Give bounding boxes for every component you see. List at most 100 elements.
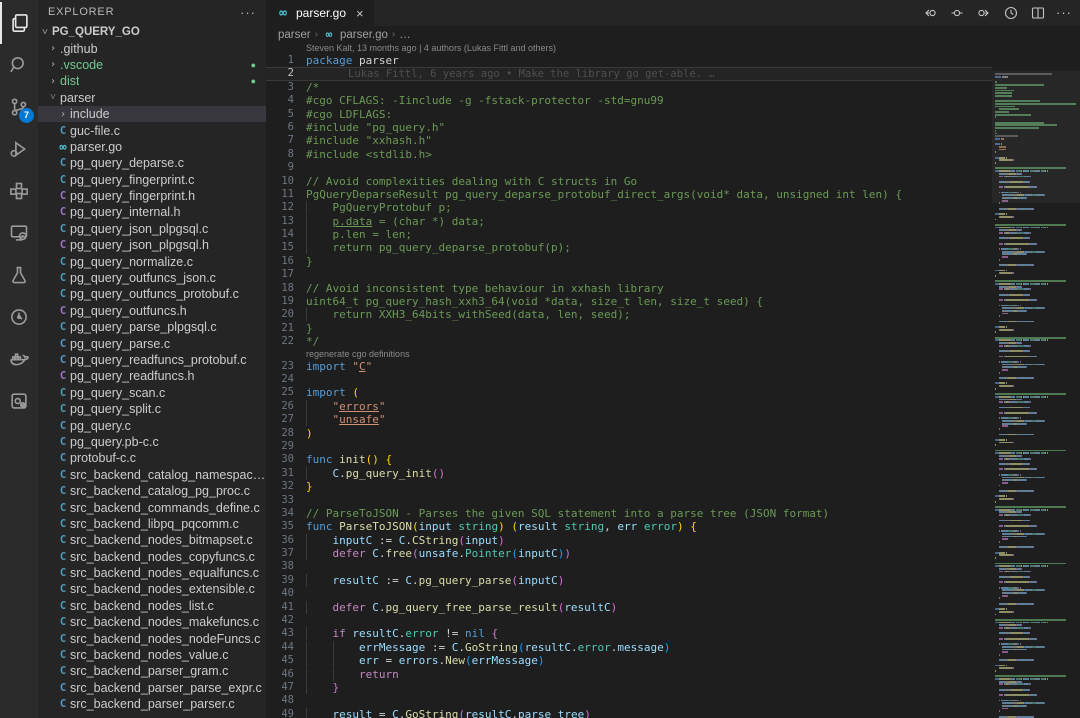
line-content[interactable]: #include "xxhash.h" xyxy=(298,134,992,147)
line-content[interactable]: #include "pg_query.h" xyxy=(298,121,992,134)
code-line-35[interactable]: 35func ParseToJSON(input string) (result… xyxy=(266,520,992,533)
line-content[interactable]: } xyxy=(298,681,992,694)
line-number[interactable]: 35 xyxy=(266,520,298,533)
code-line-41[interactable]: 41 defer C.pg_query_free_parse_result(re… xyxy=(266,601,992,614)
compare-changes-icon[interactable] xyxy=(948,4,965,21)
line-content[interactable]: #include <stdlib.h> xyxy=(298,148,992,161)
line-content[interactable]: } xyxy=(298,255,992,268)
tree-item-src-backend-catalog-pg-proc-c[interactable]: Csrc_backend_catalog_pg_proc.c xyxy=(38,483,266,499)
line-content[interactable] xyxy=(298,373,992,386)
tree-item-pg-query-outfuncs-h[interactable]: Cpg_query_outfuncs.h xyxy=(38,303,266,319)
line-content[interactable]: /* xyxy=(298,81,992,94)
line-number[interactable]: 21 xyxy=(266,322,298,335)
line-content[interactable]: "errors" xyxy=(298,400,992,413)
code-line-4[interactable]: 4#cgo CFLAGS: -Iinclude -g -fstack-prote… xyxy=(266,94,992,107)
line-content[interactable]: import ( xyxy=(298,386,992,399)
code-line-19[interactable]: 19uint64_t pg_query_hash_xxh3_64(void *d… xyxy=(266,295,992,308)
line-number[interactable]: 4 xyxy=(266,94,298,107)
line-number[interactable]: 33 xyxy=(266,494,298,507)
line-number[interactable]: 2 xyxy=(266,67,298,80)
line-content[interactable]: // Avoid complexities dealing with C str… xyxy=(298,175,992,188)
previous-change-icon[interactable] xyxy=(921,4,938,21)
line-number[interactable]: 44 xyxy=(266,641,298,654)
tree-item-src-backend-nodes-makefuncs-c[interactable]: Csrc_backend_nodes_makefuncs.c xyxy=(38,614,266,630)
tree-item-src-backend-nodes-value-c[interactable]: Csrc_backend_nodes_value.c xyxy=(38,647,266,663)
line-content[interactable]: func ParseToJSON(input string) (result s… xyxy=(298,520,992,533)
code-line-44[interactable]: 44 errMessage := C.GoString(resultC.erro… xyxy=(266,641,992,654)
extensions-icon[interactable] xyxy=(0,170,38,212)
line-number[interactable]: 41 xyxy=(266,601,298,614)
tree-item--github[interactable]: ›.github xyxy=(38,40,266,56)
line-number[interactable]: 48 xyxy=(266,694,298,707)
code-line-33[interactable]: 33 xyxy=(266,494,992,507)
line-content[interactable]: if resultC.error != nil { xyxy=(298,627,992,640)
line-content[interactable]: #cgo CFLAGS: -Iinclude -g -fstack-protec… xyxy=(298,94,992,107)
line-content[interactable] xyxy=(298,587,992,600)
line-content[interactable] xyxy=(298,268,992,281)
code-line-37[interactable]: 37 defer C.free(unsafe.Pointer(inputC)) xyxy=(266,547,992,560)
code-line-28[interactable]: 28) xyxy=(266,427,992,440)
code-line-42[interactable]: 42 xyxy=(266,614,992,627)
line-content[interactable]: return xyxy=(298,668,992,681)
gitlens-icon[interactable] xyxy=(0,296,38,338)
code-line-9[interactable]: 9 xyxy=(266,161,992,174)
line-number[interactable]: 26 xyxy=(266,400,298,413)
code-line-17[interactable]: 17 xyxy=(266,268,992,281)
tree-item-src-backend-parser-parser-c[interactable]: Csrc_backend_parser_parser.c xyxy=(38,696,266,712)
timeline-icon[interactable] xyxy=(1002,4,1019,21)
tree-item-pg-query-c[interactable]: Cpg_query.c xyxy=(38,417,266,433)
search-icon[interactable] xyxy=(0,44,38,86)
line-number[interactable]: 34 xyxy=(266,507,298,520)
code-line-27[interactable]: 27 "unsafe" xyxy=(266,413,992,426)
files-icon[interactable] xyxy=(0,2,38,44)
line-number[interactable]: 25 xyxy=(266,386,298,399)
code-line-47[interactable]: 47 } xyxy=(266,681,992,694)
line-content[interactable]: #cgo LDFLAGS: xyxy=(298,108,992,121)
line-number[interactable]: 36 xyxy=(266,534,298,547)
code-line-7[interactable]: 7#include "xxhash.h" xyxy=(266,134,992,147)
line-content[interactable]: defer C.pg_query_free_parse_result(resul… xyxy=(298,601,992,614)
code-line-15[interactable]: 15 return pg_query_deparse_protobuf(p); xyxy=(266,241,992,254)
code-line-3[interactable]: 3/* xyxy=(266,81,992,94)
testing-icon[interactable] xyxy=(0,254,38,296)
tree-item-dist[interactable]: ›dist● xyxy=(38,73,266,89)
line-number[interactable]: 29 xyxy=(266,440,298,453)
remote-explorer-icon[interactable] xyxy=(0,212,38,254)
code-line-31[interactable]: 31 C.pg_query_init() xyxy=(266,467,992,480)
tree-item-src-backend-parser-parse-expr-c[interactable]: Csrc_backend_parser_parse_expr.c xyxy=(38,680,266,696)
code-line-26[interactable]: 26 "errors" xyxy=(266,400,992,413)
tree-item-pg-query-parse-plpgsql-c[interactable]: Cpg_query_parse_plpgsql.c xyxy=(38,319,266,335)
code-line-38[interactable]: 38 xyxy=(266,560,992,573)
code-line-14[interactable]: 14 p.len = len; xyxy=(266,228,992,241)
code-line-45[interactable]: 45 err = errors.New(errMessage) xyxy=(266,654,992,667)
line-content[interactable]: package parser xyxy=(298,54,992,67)
line-number[interactable]: 20 xyxy=(266,308,298,321)
line-content[interactable]: p.data = (char *) data; xyxy=(298,215,992,228)
code-line-11[interactable]: 11PgQueryDeparseResult pg_query_deparse_… xyxy=(266,188,992,201)
tree-item-src-backend-catalog-namespace-c[interactable]: Csrc_backend_catalog_namespace.c xyxy=(38,467,266,483)
tab-parser-go[interactable]: ∞ parser.go × xyxy=(266,0,374,26)
tree-item-src-backend-nodes-list-c[interactable]: Csrc_backend_nodes_list.c xyxy=(38,598,266,614)
line-number[interactable]: 16 xyxy=(266,255,298,268)
line-number[interactable]: 46 xyxy=(266,668,298,681)
tree-item-pg-query-normalize-c[interactable]: Cpg_query_normalize.c xyxy=(38,253,266,269)
code-line-16[interactable]: 16} xyxy=(266,255,992,268)
tree-item-pg-query-outfuncs-json-c[interactable]: Cpg_query_outfuncs_json.c xyxy=(38,270,266,286)
tree-item-pg-query-pb-c-c[interactable]: Cpg_query.pb-c.c xyxy=(38,434,266,450)
tree-item-pg-query-fingerprint-h[interactable]: Cpg_query_fingerprint.h xyxy=(38,188,266,204)
run-debug-icon[interactable] xyxy=(0,128,38,170)
line-content[interactable]: // ParseToJSON - Parses the given SQL st… xyxy=(298,507,992,520)
more-actions-icon[interactable]: ··· xyxy=(1056,5,1072,20)
tree-item-pg-query-internal-h[interactable]: Cpg_query_internal.h xyxy=(38,204,266,220)
line-number[interactable]: 24 xyxy=(266,373,298,386)
code-editor[interactable]: Steven Kalt, 13 months ago | 4 authors (… xyxy=(266,43,992,718)
tree-item-src-backend-commands-define-c[interactable]: Csrc_backend_commands_define.c xyxy=(38,499,266,515)
tree-item-src-backend-nodes-nodefuncs-c[interactable]: Csrc_backend_nodes_nodeFuncs.c xyxy=(38,630,266,646)
code-line-5[interactable]: 5#cgo LDFLAGS: xyxy=(266,108,992,121)
line-number[interactable]: 42 xyxy=(266,614,298,627)
code-line-48[interactable]: 48 xyxy=(266,694,992,707)
line-number[interactable]: 49 xyxy=(266,708,298,718)
line-content[interactable] xyxy=(298,494,992,507)
line-number[interactable]: 1 xyxy=(266,54,298,67)
line-content[interactable]: import "C" xyxy=(298,360,992,373)
